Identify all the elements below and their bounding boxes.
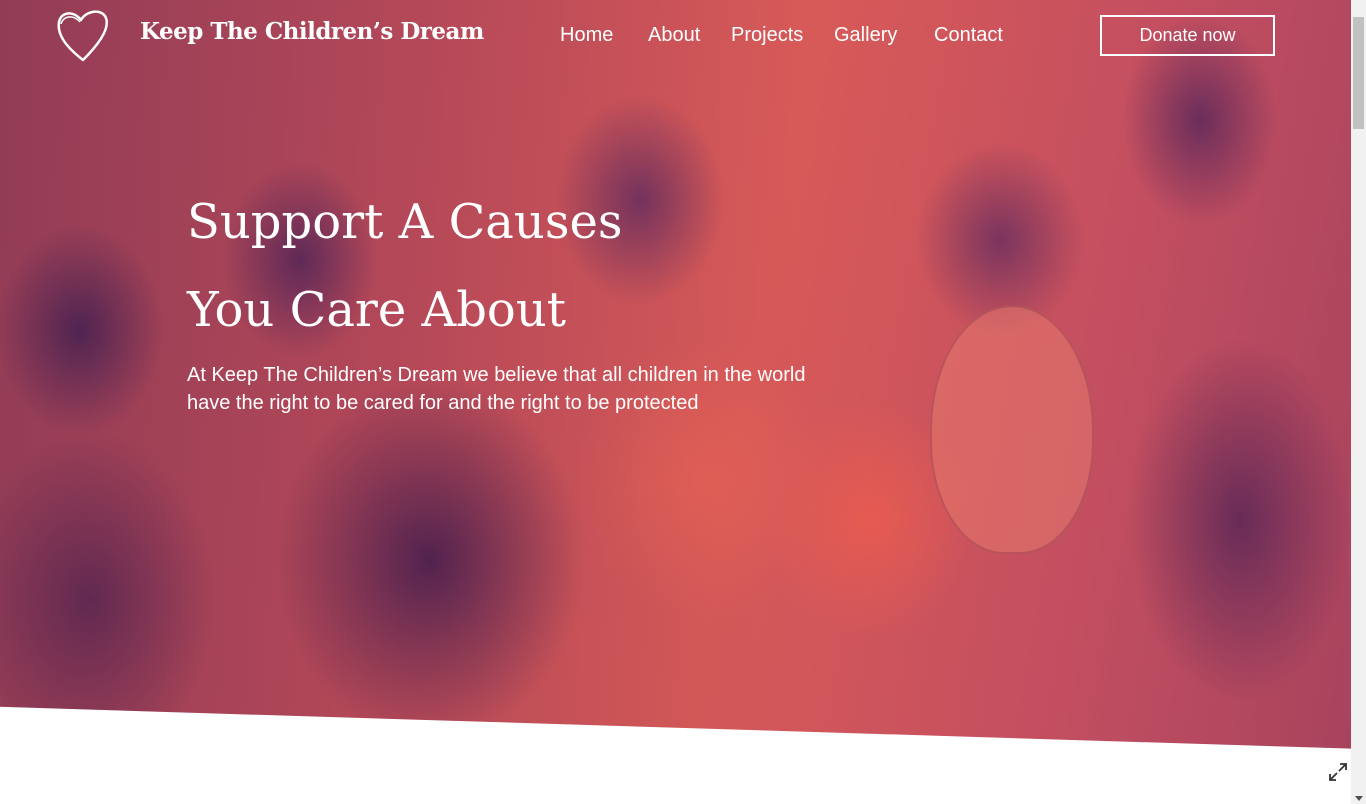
scroll-down-arrow-icon[interactable] xyxy=(1355,796,1363,801)
expand-icon[interactable] xyxy=(1328,762,1348,782)
scrollbar-thumb[interactable] xyxy=(1353,17,1364,129)
hero-subtext: At Keep The Children’s Dream we believe … xyxy=(187,364,806,414)
brand-name[interactable]: Keep The Children’s Dream xyxy=(140,18,484,45)
hero-photo-detail xyxy=(930,305,1094,554)
hero-headline-line2: You Care About xyxy=(187,282,567,338)
nav-projects[interactable]: Projects xyxy=(731,24,803,47)
donate-now-button[interactable]: Donate now xyxy=(1100,15,1275,56)
nav-contact[interactable]: Contact xyxy=(934,24,1003,47)
hero-headline-line1: Support A Causes xyxy=(187,194,623,250)
nav-home[interactable]: Home xyxy=(560,24,613,47)
nav-about[interactable]: About xyxy=(648,24,700,47)
page-scrollbar[interactable] xyxy=(1351,0,1366,804)
hero-headline: Support A Causes You Care About xyxy=(187,178,623,354)
heart-logo-icon[interactable] xyxy=(55,8,111,64)
nav-gallery[interactable]: Gallery xyxy=(834,24,897,47)
